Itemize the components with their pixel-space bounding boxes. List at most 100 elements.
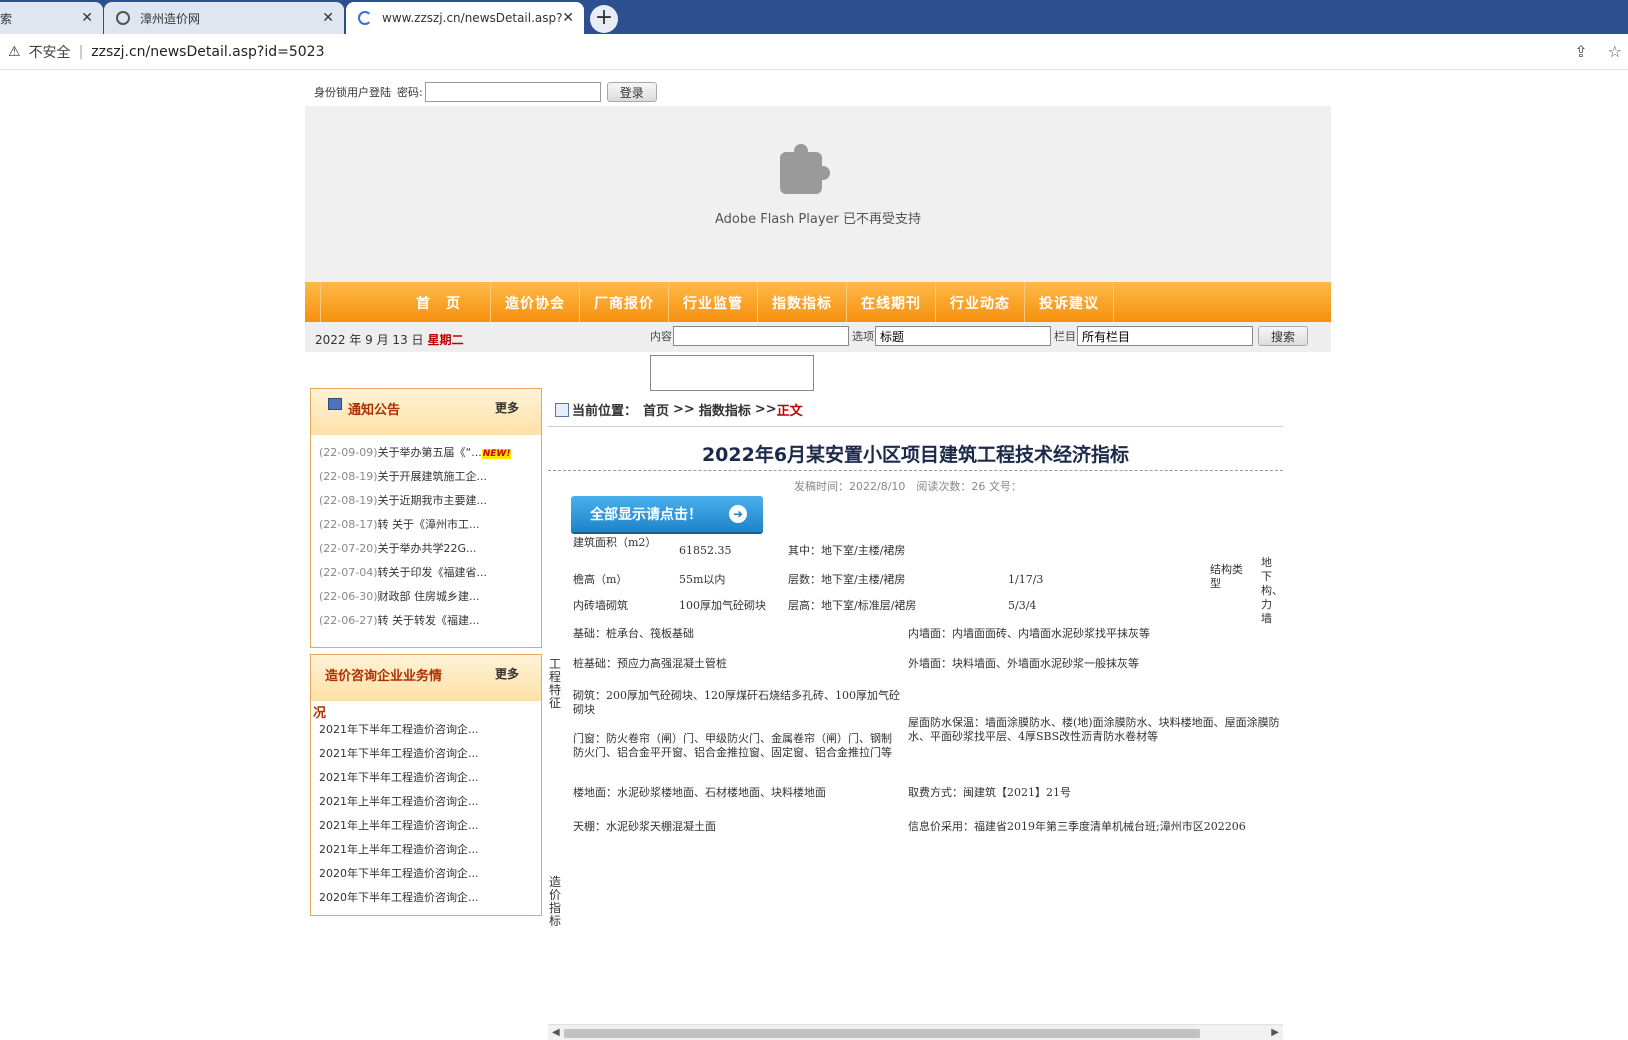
option-select[interactable]	[875, 326, 1051, 346]
structure-value: 地下构、力墙	[1261, 556, 1281, 625]
list-item[interactable]: (22-09-09)关于举办第五届《“...NEW!	[319, 444, 534, 468]
feature-vertical-label: 工程特征	[549, 657, 562, 710]
masonry-text: 砌筑：200厚加气砼砌块、120厚煤矸石烧结多孔砖、100厚加气砼砌块	[573, 689, 900, 716]
address-bar[interactable]: ⚠ 不安全 | zzszj.cn/newsDetail.asp?id=5023 …	[0, 34, 1628, 70]
weekday-text: 星期二	[427, 333, 464, 347]
fee-text: 取费方式：闽建筑【2021】21号	[908, 786, 1071, 799]
search-textarea[interactable]	[650, 355, 814, 391]
tab-title: 漳州造价网	[140, 11, 201, 26]
browser-tab-active[interactable]: www.zzszj.cn/newsDetail.asp?i ✕	[346, 2, 584, 34]
list-item[interactable]: 2021年下半年工程造价咨询企...	[319, 769, 534, 793]
browser-tab[interactable]: 漳州造价网 ✕	[104, 2, 344, 34]
share-icon[interactable]: ⇪	[1574, 42, 1587, 61]
monitor-icon	[328, 398, 342, 410]
nav-industry-supervision[interactable]: 行业监管	[668, 282, 757, 322]
flash-placeholder: Adobe Flash Player 已不再受支持	[305, 106, 1331, 282]
nav-vendor-quotes[interactable]: 厂商报价	[579, 282, 668, 322]
notice-panel: 通知公告 更多 (22-09-09)关于举办第五届《“...NEW! (22-0…	[310, 388, 542, 648]
flash-message: Adobe Flash Player 已不再受支持	[714, 212, 922, 227]
area-value: 61852.35	[679, 544, 732, 557]
list-item[interactable]: 2021年下半年工程造价咨询企...	[319, 745, 534, 769]
floors-value: 1/17/3	[1008, 573, 1044, 586]
height-value: 5/3/4	[1008, 599, 1037, 612]
date-text: 2022 年 9 月 13 日	[315, 333, 424, 347]
divider	[548, 470, 1283, 471]
bookmark-star-icon[interactable]: ☆	[1608, 42, 1622, 61]
list-item[interactable]: 2020年下半年工程造价咨询企...	[319, 889, 534, 913]
eave-label: 檐高（m）	[573, 573, 628, 586]
list-item[interactable]: (22-08-17)转 关于《漳州市工...	[319, 516, 534, 540]
list-item[interactable]: (22-08-19)关于开展建筑施工企...	[319, 468, 534, 492]
close-icon[interactable]: ✕	[322, 10, 334, 26]
loading-spinner-icon	[358, 11, 372, 25]
horizontal-scrollbar[interactable]: ◀ ▶	[548, 1024, 1283, 1040]
nav-cost-association[interactable]: 造价协会	[490, 282, 579, 322]
security-label[interactable]: 不安全	[29, 42, 71, 62]
scrollbar-thumb[interactable]	[564, 1029, 1200, 1038]
password-input[interactable]	[424, 82, 601, 102]
content-search-input[interactable]	[673, 326, 849, 346]
search-button[interactable]: 搜索	[1258, 326, 1309, 346]
height-label: 层高：地下室/标准层/裙房	[788, 599, 917, 612]
more-link[interactable]: 更多	[495, 399, 519, 416]
price-text: 信息价采用：福建省2019年第三季度清单机械台班;漳州市区202206	[908, 820, 1246, 833]
show-all-button[interactable]: 全部显示请点击！ ➜	[571, 496, 763, 532]
show-all-label: 全部显示请点击！	[590, 507, 702, 523]
url-text[interactable]: zzszj.cn/newsDetail.asp?id=5023	[91, 44, 324, 60]
login-button[interactable]: 登录	[606, 82, 657, 102]
close-icon[interactable]: ✕	[81, 10, 93, 26]
breadcrumb-section[interactable]: 指数指标	[699, 400, 751, 419]
structure-label: 结构类型	[1210, 563, 1243, 590]
nav-indices[interactable]: 指数指标	[757, 282, 846, 322]
list-item[interactable]: (22-07-20)关于举办共学22G...	[319, 540, 534, 564]
list-item[interactable]: 2021年上半年工程造价咨询企...	[319, 817, 534, 841]
browser-tab-bar: 索 ✕ 漳州造价网 ✕ www.zzszj.cn/newsDetail.asp?…	[0, 0, 1628, 34]
nav-online-journal[interactable]: 在线期刊	[846, 282, 935, 322]
column-select[interactable]	[1077, 326, 1253, 346]
article-meta: 发稿时间：2022/8/10 阅读次数：26 文号：	[794, 480, 1022, 493]
info-bar: 2022 年 9 月 13 日星期二 内容 选项 栏目 搜索	[305, 322, 1331, 352]
close-icon[interactable]: ✕	[562, 10, 574, 26]
area-label: 建筑面积（m2）	[573, 536, 657, 549]
wall-value: 100厚加气砼砌块	[679, 599, 766, 612]
outer-wall-text: 外墙面：块料墙面、外墙面水泥砂浆一般抹灰等	[908, 657, 1139, 670]
more-link[interactable]: 更多	[495, 665, 519, 682]
list-item[interactable]: (22-07-04)转关于印发《福建省...	[319, 564, 534, 588]
ceiling-text: 天棚：水泥砂浆天棚混凝土面	[573, 820, 716, 833]
arrow-right-icon: ➜	[729, 505, 747, 523]
new-tab-button[interactable]: +	[590, 5, 618, 33]
roof-text: 屋面防水保温：墙面涂膜防水、楼(地)面涂膜防水、块料楼地面、屋面涂膜防水、平面砂…	[908, 716, 1280, 743]
browser-tab[interactable]: 索 ✕	[0, 2, 103, 34]
breadcrumb-prefix: 当前位置：	[572, 404, 638, 419]
user-login-label: 身份锁用户登陆	[314, 86, 391, 99]
list-item[interactable]: (22-08-19)关于近期我市主要建...	[319, 492, 534, 516]
nav-industry-news[interactable]: 行业动态	[935, 282, 1024, 322]
list-item[interactable]: 2021年下半年工程造价咨询企...	[319, 721, 534, 745]
list-item[interactable]: (22-06-30)财政部 住房城乡建...	[319, 588, 534, 612]
list-item[interactable]: 2020年下半年工程造价咨询企...	[319, 865, 534, 889]
tab-title: 索	[0, 11, 13, 26]
panel-header: 通知公告 更多	[311, 389, 541, 435]
login-row: 身份锁用户登陆 密码: 登录	[314, 82, 657, 102]
doors-text: 门窗：防火卷帘（闸）门、甲级防火门、金属卷帘（闸）门、钢制防火门、铝合金平开窗、…	[573, 732, 892, 759]
list-item[interactable]: 2021年上半年工程造价咨询企...	[319, 793, 534, 817]
divider: |	[78, 43, 84, 60]
floor-text: 楼地面：水泥砂浆楼地面、石材楼地面、块料楼地面	[573, 786, 826, 799]
foundation-text: 基础：桩承台、筏板基础	[573, 627, 694, 640]
notice-list: (22-09-09)关于举办第五届《“...NEW! (22-08-19)关于开…	[319, 444, 534, 636]
breadcrumb-home[interactable]: 首页	[643, 400, 669, 419]
globe-icon	[116, 11, 130, 25]
scroll-left-icon[interactable]: ◀	[552, 1027, 560, 1038]
new-badge: NEW!	[481, 449, 512, 459]
panel-header: 造价咨询企业业务情 更多	[311, 655, 541, 701]
list-item[interactable]: (22-06-27)转 关于转发《福建...	[319, 612, 534, 636]
breadcrumb-current: 正文	[776, 404, 803, 419]
scroll-right-icon[interactable]: ▶	[1271, 1027, 1279, 1038]
list-item[interactable]: 2021年上半年工程造价咨询企...	[319, 841, 534, 865]
nav-complaints[interactable]: 投诉建议	[1024, 282, 1114, 322]
article-title: 2022年6月某安置小区项目建筑工程技术经济指标	[701, 444, 1130, 466]
breadcrumb-separator: >>	[754, 402, 777, 417]
panel-title: 通知公告	[348, 403, 401, 418]
nav-home[interactable]: 首页	[320, 282, 490, 322]
password-label: 密码:	[397, 86, 423, 99]
